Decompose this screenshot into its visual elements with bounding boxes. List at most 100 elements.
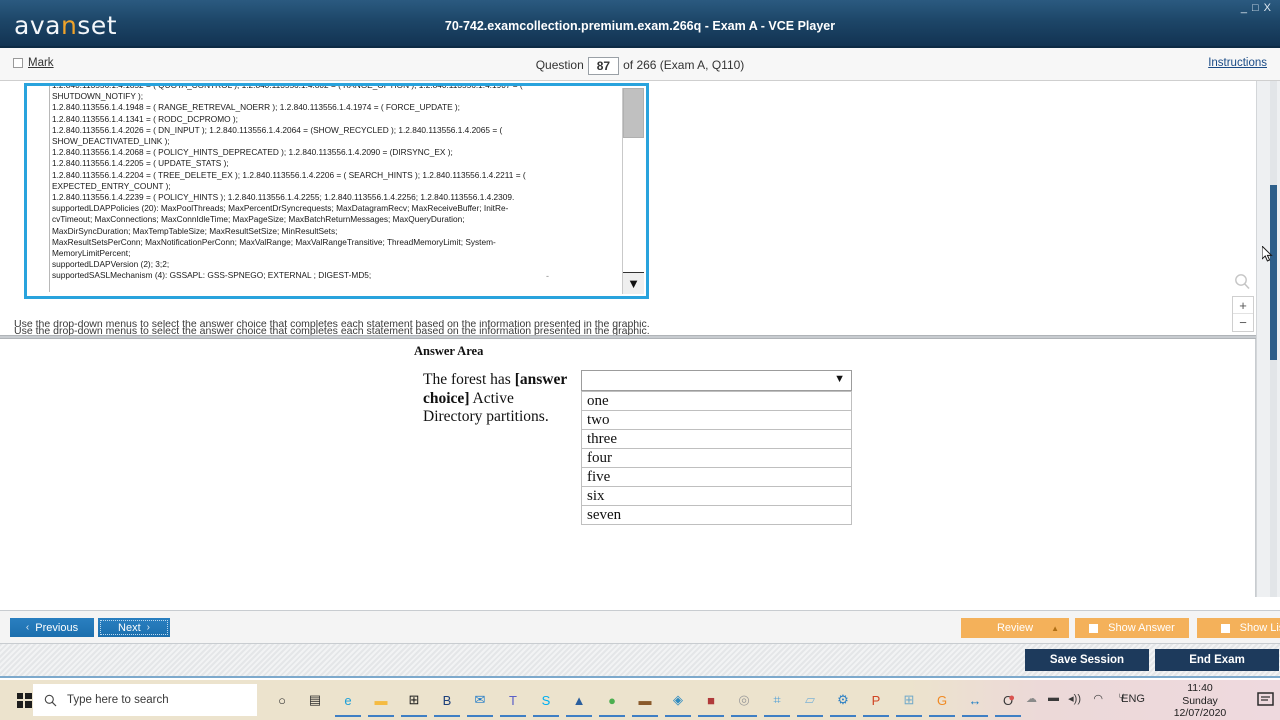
show-list-button[interactable]: Show List <box>1197 618 1280 638</box>
zoom-buttons[interactable]: + − <box>1232 296 1254 332</box>
taskbar-active-underline <box>467 715 493 717</box>
dropdown-option[interactable]: seven <box>581 505 852 525</box>
teamviewer-icon[interactable]: ↔ <box>963 688 987 712</box>
question-number-input[interactable]: 87 <box>587 57 620 75</box>
calculator-icon[interactable]: ⊞ <box>897 688 921 712</box>
instructions-link[interactable]: Instructions <box>1208 57 1267 69</box>
clock-time: 11:40 <box>1187 682 1213 694</box>
language-indicator[interactable]: ENG <box>1121 693 1145 705</box>
close-icon[interactable]: X <box>1263 2 1275 14</box>
zoom-out-button[interactable]: − <box>1233 314 1253 331</box>
ldap-output-box: 1.2.840.113556.1.4.1852 = ( QUOTA_CONTRO… <box>24 83 649 299</box>
chrome-icon[interactable]: ● <box>600 688 624 712</box>
previous-button-label: Previous <box>35 621 79 634</box>
show-answer-checkbox[interactable] <box>1089 623 1099 633</box>
taskbar-active-underline <box>500 715 526 717</box>
caret-up-icon: ▲ <box>1051 623 1059 633</box>
page-scrollbar[interactable] <box>1256 81 1280 597</box>
page-scrollbar-thumb[interactable] <box>1270 185 1277 360</box>
dropdown-option[interactable]: four <box>581 448 852 468</box>
file-explorer-icon[interactable]: ▬ <box>369 688 393 712</box>
taskbar-active-underline <box>797 715 823 717</box>
folder-icon[interactable]: ▬ <box>633 688 657 712</box>
end-exam-button[interactable]: End Exam <box>1155 649 1279 671</box>
review-button[interactable]: Review ▲ <box>961 618 1069 638</box>
next-button[interactable]: Next › <box>98 618 170 637</box>
taskbar-active-underline <box>929 715 955 717</box>
save-session-button[interactable]: Save Session <box>1025 649 1149 671</box>
scroll-down-arrow-icon[interactable]: ▼ <box>623 272 644 294</box>
dropdown-option[interactable]: three <box>581 429 852 449</box>
zoom-in-button[interactable]: + <box>1233 297 1253 314</box>
taskbar-active-underline <box>434 715 460 717</box>
onedrive-icon[interactable]: ☁ <box>1026 692 1037 705</box>
onedrive-error-icon[interactable]: ● <box>1008 692 1015 704</box>
bluebeam-icon[interactable]: B <box>435 688 459 712</box>
remote-desktop-icon[interactable]: ⌗ <box>765 688 789 712</box>
dropdown-option[interactable]: five <box>581 467 852 487</box>
acrobat-icon[interactable]: ▲ <box>567 688 591 712</box>
dropdown-selected-value[interactable]: ▼ <box>581 370 852 391</box>
powerpoint-icon[interactable]: P <box>864 688 888 712</box>
question-content-pane: 1.2.840.113556.1.4.1852 = ( QUOTA_CONTRO… <box>0 81 1256 335</box>
clock[interactable]: 11:40 Sunday 12/07/2020 <box>1154 682 1246 720</box>
minimize-icon[interactable]: _ <box>1240 2 1251 14</box>
search-placeholder: Type here to search <box>67 694 169 706</box>
taskbar-active-underline <box>401 715 427 717</box>
taskbar-active-underline <box>995 715 1021 717</box>
maximize-icon[interactable]: □ <box>1251 2 1263 14</box>
windows-taskbar: Type here to search ○ ▤ e ▬ ⊞ B ✉ T S ▲ ● ▬ ◈ ■ ◎ ⌗ ▱ ⚙ P ⊞… <box>0 680 1280 720</box>
taskbar-search-box[interactable]: Type here to search <box>33 684 257 716</box>
next-button-label: Next <box>118 621 141 634</box>
window-title: 70-742.examcollection.premium.exam.266q … <box>444 19 836 33</box>
show-list-checkbox[interactable] <box>1220 623 1230 633</box>
chevron-left-icon: ‹ <box>25 622 30 633</box>
question-bar: Mark Question 87 of 266 (Exam A, Q110) Ins… <box>0 48 1280 81</box>
edge-icon[interactable]: e <box>336 688 360 712</box>
text-left-rule <box>49 86 50 292</box>
show-answer-button[interactable]: Show Answer <box>1075 618 1189 638</box>
show-list-label: Show List <box>1239 622 1280 634</box>
dropdown-option[interactable]: two <box>581 410 852 430</box>
printer-utility-icon[interactable]: ⚙ <box>831 688 855 712</box>
notes-icon[interactable]: ▱ <box>798 688 822 712</box>
magnifier-icon[interactable] <box>1232 272 1254 294</box>
microsoft-teams-icon[interactable]: T <box>501 688 525 712</box>
volume-icon[interactable]: ◂)) <box>1068 692 1081 705</box>
battery-icon[interactable]: ▬ <box>1048 692 1059 704</box>
password-safe-icon[interactable]: ■ <box>699 688 723 712</box>
instruction-text-clipped: Use the drop-down menus to select the an… <box>0 320 1256 336</box>
inner-scrollbar[interactable]: ▼ <box>622 88 644 294</box>
zoom-widget[interactable]: + − <box>1232 272 1254 332</box>
nitro-pdf-icon[interactable]: G <box>930 688 954 712</box>
taskbar-active-underline <box>896 715 922 717</box>
question-total-label: of 266 (Exam A, Q110) <box>623 58 745 73</box>
chevron-down-icon[interactable]: ▼ <box>834 374 845 385</box>
mail-icon[interactable]: ✉ <box>468 688 492 712</box>
cortana-icon[interactable]: ○ <box>270 688 294 712</box>
windows-logo-icon <box>16 692 32 708</box>
ldap-output-text: 1.2.840.113556.1.4.1852 = ( QUOTA_CONTRO… <box>52 86 526 281</box>
safari-icon[interactable]: ◎ <box>732 688 756 712</box>
windows-photo-icon[interactable]: ◈ <box>666 688 690 712</box>
taskbar-active-underline <box>335 715 361 717</box>
dropdown-options-list[interactable]: one two three four five six seven <box>581 391 852 525</box>
vce-player-window: avanset 70-742.examcollection.premium.ex… <box>0 0 1280 720</box>
dropdown-option[interactable]: six <box>581 486 852 506</box>
task-view-icon[interactable]: ▤ <box>303 688 327 712</box>
microsoft-store-icon[interactable]: ⊞ <box>402 688 426 712</box>
answer-dropdown[interactable]: ▼ one two three four five six seven <box>581 370 852 525</box>
footer-bar: Save Session End Exam <box>0 644 1280 678</box>
dropdown-option[interactable]: one <box>581 391 852 411</box>
question-counter: Question 87 of 266 (Exam A, Q110) <box>0 57 1280 75</box>
show-answer-label: Show Answer <box>1108 622 1175 634</box>
window-controls: _ □ X <box>1240 2 1275 14</box>
navigation-bar: ‹ Previous Next › Review ▲ Show Answer S… <box>0 610 1280 644</box>
search-icon <box>44 694 57 706</box>
wifi-icon[interactable]: ◠ <box>1093 692 1103 705</box>
previous-button[interactable]: ‹ Previous <box>10 618 94 637</box>
inner-scrollbar-thumb[interactable] <box>623 88 644 138</box>
skype-icon[interactable]: S <box>534 688 558 712</box>
taskbar-active-underline <box>368 715 394 717</box>
action-center-icon[interactable] <box>1257 691 1275 709</box>
